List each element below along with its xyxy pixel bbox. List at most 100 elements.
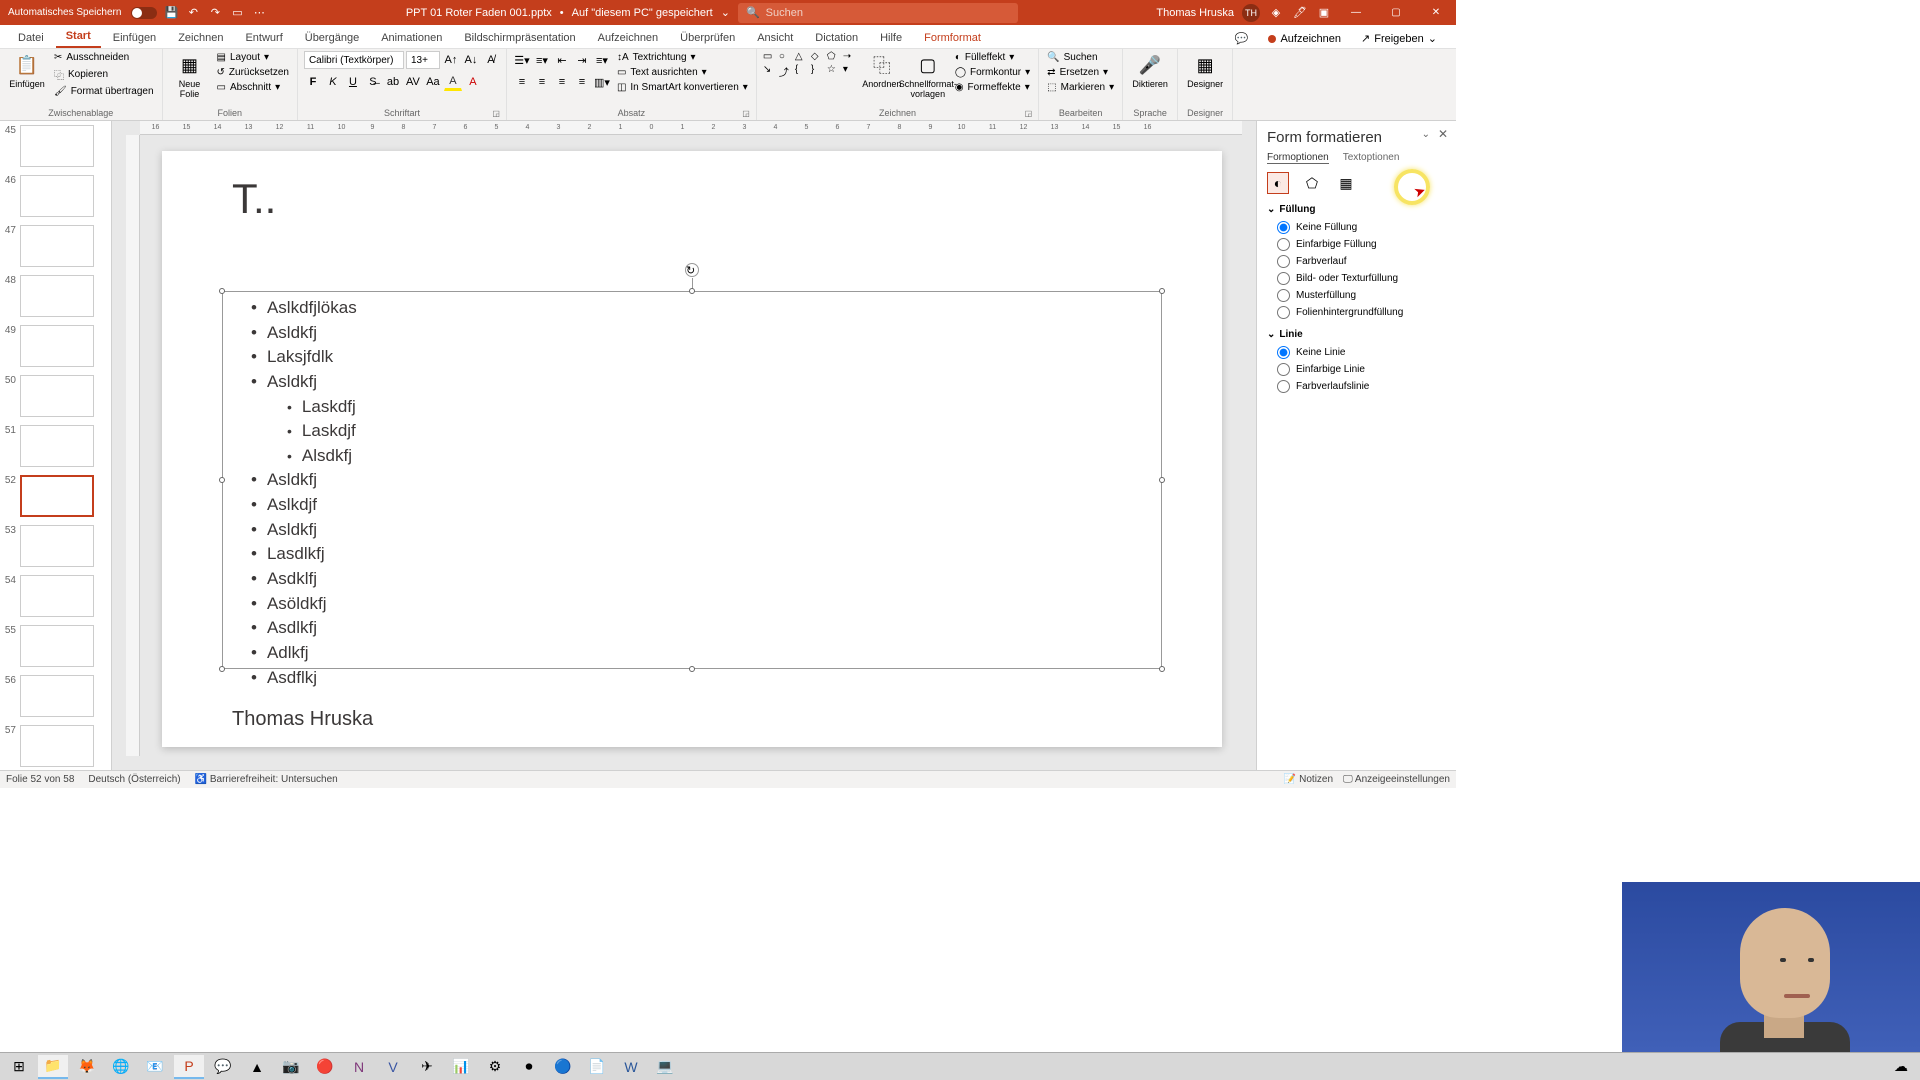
tab-zeichnen[interactable]: Zeichnen [168,28,233,48]
resize-handle[interactable] [219,288,225,294]
dialog-launcher-icon[interactable]: ◲ [742,109,750,118]
dialog-launcher-icon[interactable]: ◲ [1025,109,1033,118]
bullet-item[interactable]: Asdklfj [251,567,1147,592]
tab-start[interactable]: Start [56,26,101,48]
underline-button[interactable]: U [344,73,362,91]
slide-thumbnail[interactable]: 47 [0,221,111,271]
align-left-button[interactable]: ≡ [513,73,531,91]
justify-button[interactable]: ≡ [573,73,591,91]
maximize-button[interactable]: ▢ [1380,0,1412,25]
user-avatar[interactable]: TH [1242,4,1260,22]
search-box[interactable]: 🔍 [738,3,1018,23]
radio-option[interactable]: Bild- oder Texturfüllung [1267,270,1446,287]
pen-icon[interactable]: 🖊 [1292,5,1308,21]
save-icon[interactable]: 💾 [163,5,179,21]
quick-styles-button[interactable]: ▢Schnellformat- vorlagen [907,51,949,101]
content-text-box[interactable]: AslkdfjlökasAsldkfjLaksjfdlkAsldkfjLaskd… [222,291,1162,669]
radio-option[interactable]: Musterfüllung [1267,287,1446,304]
line-spacing-button[interactable]: ≡▾ [593,51,611,69]
align-right-button[interactable]: ≡ [553,73,571,91]
font-name-combo[interactable] [304,51,404,69]
firefox-icon[interactable]: 🦊 [72,1055,102,1079]
slide-thumbnail[interactable]: 53 [0,521,111,571]
slide-thumbnail[interactable]: 54 [0,571,111,621]
radio-option[interactable]: Einfarbige Linie [1267,361,1446,378]
slide-thumbnail[interactable]: 52 [0,471,111,521]
arrange-button[interactable]: ⿻Anordnen [861,51,903,91]
bullet-sub-item[interactable]: Laskdjf [287,419,1147,444]
paste-button[interactable]: 📋Einfügen [6,51,48,91]
app-icon[interactable]: 💻 [650,1055,680,1079]
radio-option[interactable]: Einfarbige Füllung [1267,236,1446,253]
visio-icon[interactable]: V [378,1055,408,1079]
fill-section-header[interactable]: ⌄Füllung [1267,204,1446,215]
smartart-button[interactable]: ◫In SmartArt konvertieren▾ [615,81,750,94]
slide-thumbnail[interactable]: 51 [0,421,111,471]
shapes-gallery[interactable]: ▭○△◇⬠➝ ↘⤴{}☆▾ [763,51,857,79]
slide-thumbnail[interactable]: 57 [0,721,111,770]
app-icon[interactable]: 📄 [582,1055,612,1079]
undo-icon[interactable]: ↶ [185,5,201,21]
size-props-icon[interactable]: ▦ [1335,172,1357,194]
redo-icon[interactable]: ↷ [207,5,223,21]
slide-thumbnail[interactable]: 48 [0,271,111,321]
radio-option[interactable]: Farbverlauf [1267,253,1446,270]
tab-hilfe[interactable]: Hilfe [870,28,912,48]
bullet-item[interactable]: Adlkfj [251,641,1147,666]
tab-aufzeichnen[interactable]: Aufzeichnen [588,28,669,48]
layout-button[interactable]: ▤Layout▾ [215,51,291,64]
bullet-item[interactable]: Aslkdfjlökas [251,296,1147,321]
accessibility-check[interactable]: ♿ Barrierefreiheit: Untersuchen [195,774,338,785]
radio-option[interactable]: Keine Linie [1267,344,1446,361]
app-icon[interactable]: 🔵 [548,1055,578,1079]
fill-line-icon[interactable]: ◐ [1267,172,1289,194]
bullet-item[interactable]: Aslkdjf [251,493,1147,518]
bullet-item[interactable]: Asöldkfj [251,592,1147,617]
text-options-tab[interactable]: Textoptionen [1343,152,1400,164]
reset-button[interactable]: ↺Zurücksetzen [215,66,291,79]
case-button[interactable]: Aa [424,73,442,91]
slide-thumbnail[interactable]: 55 [0,621,111,671]
more-icon[interactable]: ⋯ [251,5,267,21]
resize-handle[interactable] [219,666,225,672]
tab-einfuegen[interactable]: Einfügen [103,28,166,48]
tab-animationen[interactable]: Animationen [371,28,452,48]
bullet-item[interactable]: Asldkfj [251,321,1147,346]
start-button[interactable]: ⊞ [4,1055,34,1079]
replace-button[interactable]: ⇄Ersetzen▾ [1045,66,1116,79]
search-input[interactable] [766,7,1010,19]
spacing-button[interactable]: AV [404,73,422,91]
shape-outline-button[interactable]: ◯Formkontur▾ [953,66,1032,79]
clear-format-button[interactable]: A̸ [482,51,500,69]
cut-button[interactable]: ✂Ausschneiden [52,51,156,64]
comments-button[interactable]: 💬 [1228,29,1256,48]
italic-button[interactable]: K [324,73,342,91]
tab-bildschirmpraesentation[interactable]: Bildschirmpräsentation [454,28,585,48]
font-color-button[interactable]: A [464,73,482,91]
copy-button[interactable]: ⿻Kopieren [52,66,156,83]
bullets-button[interactable]: ☰▾ [513,51,531,69]
shrink-font-button[interactable]: A↓ [462,51,480,69]
telegram-icon[interactable]: ✈ [412,1055,442,1079]
slide-thumbnail[interactable]: 50 [0,371,111,421]
slide-thumbnail[interactable]: 45 [0,121,111,171]
share-button[interactable]: ↗Freigeben⌄ [1354,29,1444,48]
bullet-item[interactable]: Asldkfj [251,518,1147,543]
app-icon[interactable]: 🔴 [310,1055,340,1079]
radio-option[interactable]: Farbverlaufslinie [1267,378,1446,395]
vlc-icon[interactable]: ▲ [242,1055,272,1079]
autosave-toggle[interactable] [131,7,157,19]
select-button[interactable]: ⬚Markieren▾ [1045,81,1116,94]
slide-canvas[interactable]: T.. ↻ AslkdfjlökasAsldkfjLaksjfdlkAsldkf… [162,151,1222,747]
resize-handle[interactable] [689,288,695,294]
display-settings-button[interactable]: 🖵 Anzeigeeinstellungen [1343,774,1450,785]
resize-handle[interactable] [1159,477,1165,483]
notes-button[interactable]: 📝 Notizen [1284,774,1333,785]
radio-option[interactable]: Folienhintergrundfüllung [1267,304,1446,321]
grow-font-button[interactable]: A↑ [442,51,460,69]
close-pane-button[interactable]: ✕ [1438,127,1448,141]
resize-handle[interactable] [1159,288,1165,294]
strike-button[interactable]: S̶ [364,73,382,91]
slide-thumbnail[interactable]: 49 [0,321,111,371]
bullet-sub-item[interactable]: Alsdkfj [287,444,1147,469]
